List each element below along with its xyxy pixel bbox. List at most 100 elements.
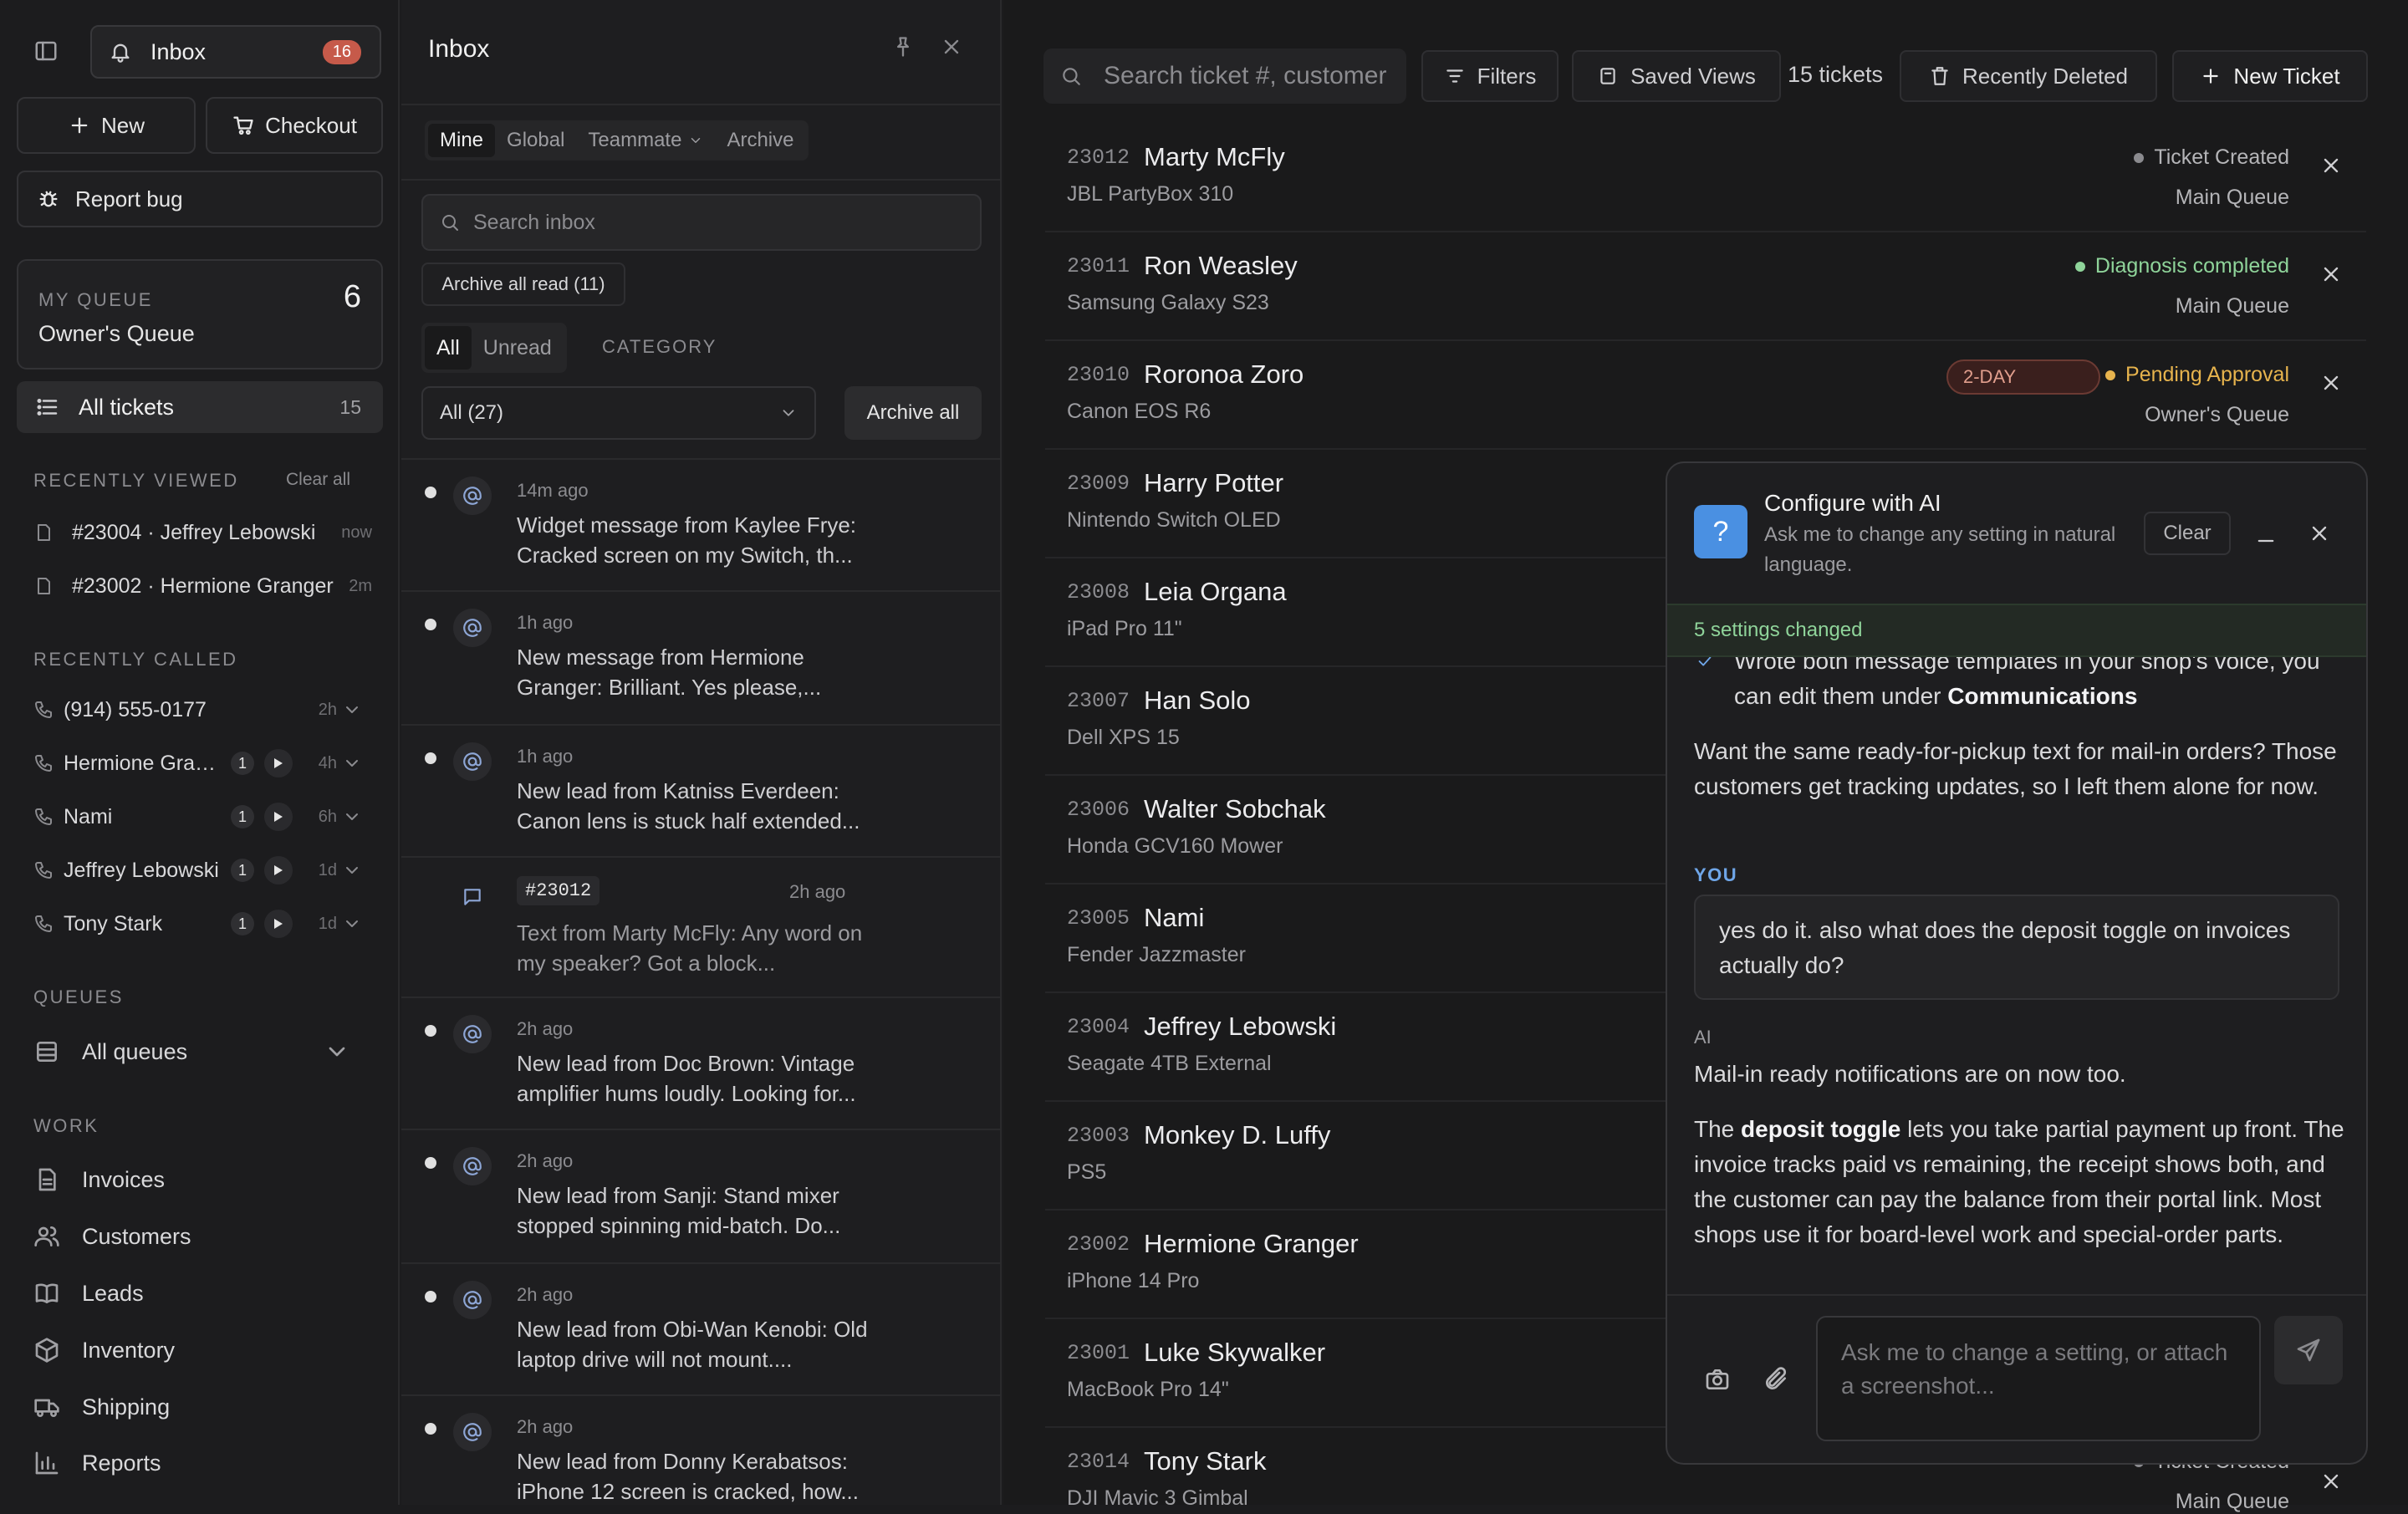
- send-button[interactable]: [2274, 1316, 2343, 1384]
- ticket-row[interactable]: 23011 Ron Weasley Samsung Galaxy S23 Dia…: [1045, 232, 2366, 341]
- notification-item[interactable]: 14m ago Widget message from Kaylee Frye:…: [401, 460, 1002, 592]
- saved-views-button[interactable]: Saved Views: [1572, 50, 1781, 102]
- call-item[interactable]: Jeffrey Lebowski 1 1d: [33, 851, 372, 890]
- work-item-invoices[interactable]: Invoices: [33, 1159, 165, 1200]
- archive-all-label: Archive all: [866, 401, 960, 424]
- new-button[interactable]: New: [17, 97, 196, 154]
- notification-time: 2h ago: [517, 1018, 574, 1039]
- play-icon[interactable]: [264, 910, 293, 938]
- notification-item[interactable]: 2h ago New lead from Donny Kerabatsos: i…: [401, 1396, 1002, 1505]
- invoice-icon: [33, 1166, 82, 1193]
- chevron-down-icon[interactable]: [342, 914, 372, 934]
- notification-item[interactable]: #23012 2h ago Text from Marty McFly: Any…: [401, 858, 1002, 998]
- ai-checklist-text: Wrote both message templates in your sho…: [1734, 657, 2336, 714]
- close-icon[interactable]: [2319, 371, 2343, 395]
- close-icon[interactable]: [2308, 522, 2331, 545]
- recent-item[interactable]: #23002 · Hermione Granger 2m: [33, 567, 372, 605]
- ai-clear-button[interactable]: Clear: [2144, 512, 2231, 555]
- ticket-row[interactable]: 23012 Marty McFly JBL PartyBox 310 Ticke…: [1045, 124, 2366, 232]
- close-icon[interactable]: [2319, 1470, 2343, 1493]
- recent-item[interactable]: #23004 · Jeffrey Lebowski now: [33, 513, 372, 552]
- notification-text: New lead from Doc Brown: Vintage amplifi…: [517, 1051, 856, 1106]
- tab-global[interactable]: Global: [495, 124, 576, 157]
- customers-icon: [33, 1223, 82, 1250]
- recent-item-label: #23004 · Jeffrey Lebowski: [72, 520, 316, 544]
- my-queue-card[interactable]: MY QUEUE Owner's Queue 6: [17, 259, 383, 370]
- work-item-leads[interactable]: Leads: [33, 1272, 144, 1314]
- work-item-inventory[interactable]: Inventory: [33, 1329, 175, 1371]
- sidebar-toggle-icon[interactable]: [33, 38, 59, 64]
- close-icon[interactable]: [940, 35, 963, 59]
- status-label: Diagnosis completed: [2074, 254, 2289, 278]
- work-item-label: Shipping: [82, 1394, 171, 1420]
- chevron-down-icon[interactable]: [342, 860, 372, 880]
- checkout-button[interactable]: Checkout: [206, 97, 383, 154]
- bookmark-icon: [1597, 65, 1630, 87]
- search-inbox-input[interactable]: Search inbox: [421, 194, 982, 251]
- new-label: New: [100, 112, 145, 138]
- tab-archive[interactable]: Archive: [715, 124, 805, 157]
- report-bug-button[interactable]: Report bug: [17, 171, 383, 227]
- play-icon[interactable]: [264, 749, 293, 777]
- work-item-shipping[interactable]: Shipping: [33, 1386, 170, 1428]
- call-item-label: Nami: [64, 804, 113, 828]
- filters-button[interactable]: Filters: [1421, 50, 1559, 102]
- notification-item[interactable]: 2h ago New lead from Doc Brown: Vintage …: [401, 998, 1002, 1130]
- call-item[interactable]: Tony Stark 1 1d: [33, 905, 372, 943]
- pin-icon[interactable]: [891, 35, 915, 59]
- call-count-badge: 1: [231, 805, 254, 828]
- tab-mine[interactable]: Mine: [428, 124, 496, 157]
- customer-name: Jeffrey Lebowski: [1144, 1012, 1337, 1041]
- close-icon[interactable]: [2319, 263, 2343, 286]
- all-queues-item[interactable]: All queues: [33, 1031, 372, 1073]
- customer-name: Roronoa Zoro: [1144, 359, 1304, 389]
- filter-select[interactable]: All (27): [421, 386, 816, 440]
- chevron-down-icon[interactable]: [324, 1038, 372, 1065]
- chevron-down-icon[interactable]: [342, 700, 372, 720]
- category-label[interactable]: CATEGORY: [602, 336, 717, 358]
- status-dot: [2105, 370, 2116, 380]
- notification-item[interactable]: 2h ago New lead from Sanji: Stand mixer …: [401, 1130, 1002, 1264]
- notification-time: 14m ago: [517, 480, 589, 501]
- device-name: Canon EOS R6: [1067, 400, 1212, 423]
- camera-icon[interactable]: [1704, 1366, 1731, 1393]
- play-icon[interactable]: [264, 803, 293, 831]
- recently-deleted-button[interactable]: Recently Deleted: [1900, 50, 2157, 102]
- notification-item[interactable]: 1h ago New message from Hermione Granger…: [401, 592, 1002, 726]
- device-name: DJI Mavic 3 Gimbal: [1067, 1486, 1248, 1510]
- checklist-link[interactable]: Communications: [1947, 683, 2137, 709]
- chevron-down-icon[interactable]: [342, 807, 372, 827]
- archive-all-button[interactable]: Archive all: [844, 386, 982, 440]
- queue-stack-icon: [33, 1038, 82, 1065]
- ticket-search-input[interactable]: Search ticket #, customer: [1043, 48, 1406, 104]
- work-item-reports[interactable]: Reports: [33, 1442, 161, 1484]
- minimize-icon[interactable]: [2254, 523, 2278, 547]
- chevron-down-icon[interactable]: [342, 753, 372, 773]
- tab-unread[interactable]: Unread: [472, 326, 564, 370]
- reply-text-a: The: [1694, 1116, 1742, 1142]
- book-icon: [33, 1280, 82, 1307]
- play-icon[interactable]: [264, 856, 293, 884]
- paperclip-icon[interactable]: [1763, 1366, 1789, 1393]
- clear-all-link[interactable]: Clear all: [286, 470, 350, 490]
- work-item-customers[interactable]: Customers: [33, 1216, 191, 1257]
- call-item[interactable]: Hermione Granger 1 4h: [33, 744, 372, 782]
- call-item[interactable]: (914) 555-0177 2h: [33, 691, 372, 729]
- status-label: Ticket Created: [2134, 145, 2289, 170]
- new-ticket-button[interactable]: New Ticket: [2172, 50, 2368, 102]
- notification-item[interactable]: 2h ago New lead from Obi-Wan Kenobi: Old…: [401, 1264, 1002, 1396]
- all-tickets-nav[interactable]: All tickets 15: [17, 381, 383, 433]
- inbox-button[interactable]: Inbox 16: [90, 25, 381, 79]
- close-icon[interactable]: [2319, 154, 2343, 177]
- call-item[interactable]: Nami 1 6h: [33, 798, 372, 836]
- ticket-row[interactable]: 23010 Roronoa Zoro Canon EOS R6 2-DAY Pe…: [1045, 341, 2366, 450]
- notification-item[interactable]: 1h ago New lead from Katniss Everdeen: C…: [401, 726, 1002, 858]
- archive-all-read-button[interactable]: Archive all read (11): [421, 263, 625, 306]
- tab-all[interactable]: All: [425, 326, 472, 370]
- recent-item-time: 2m: [349, 576, 372, 595]
- tab-teammate[interactable]: Teammate: [576, 124, 715, 157]
- status-dot: [2134, 152, 2145, 163]
- ai-message-input[interactable]: Ask me to change a setting, or attach a …: [1816, 1316, 2261, 1441]
- ticket-count: 15 tickets: [1788, 62, 1884, 87]
- unread-dot: [425, 752, 436, 764]
